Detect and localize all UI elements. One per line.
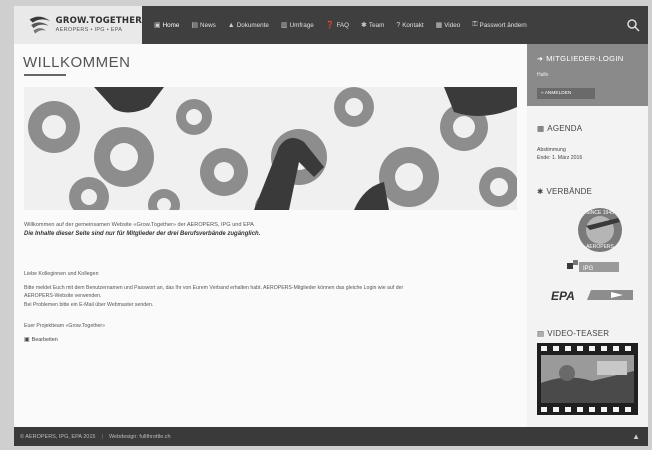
nav-item-dokumente[interactable]: ▲ Dokumente [222, 6, 275, 44]
body-line: Bitte meldet Euch mit dem Benutzernamen … [24, 285, 404, 291]
video-teaser-thumbnail[interactable] [537, 343, 638, 415]
nav-item-label: Team [368, 21, 385, 29]
nav-item-label: Kontakt [402, 21, 424, 29]
top-navigation-bar: GROW.TOGETHER AEROPERS • IPG • EPA ▣ Home… [14, 6, 648, 44]
footer-separator: | [101, 433, 103, 440]
video-icon: ▦ [435, 22, 443, 29]
nav-item-home[interactable]: ▣ Home [148, 6, 185, 44]
agenda-entry[interactable]: Abstimmung Ende: 1. März 2016 [537, 146, 582, 162]
group-icon: ✱ [537, 187, 544, 196]
login-title: ➜ MITGLIEDER-LOGIN [537, 54, 624, 63]
intro-text: Willkommen auf der gemeinsamen Website «… [24, 222, 254, 228]
footer: © AEROPERS, IPG, EPA 2015 | Webdesign: f… [14, 427, 648, 446]
login-button[interactable]: » ANMELDEN [537, 88, 595, 99]
associations-heading: ✱ VERBÄNDE [537, 187, 592, 196]
contact-icon: ? [396, 21, 401, 29]
search-icon[interactable] [626, 18, 640, 32]
main-menu: ▣ Home ▤ News ▲ Dokumente ▥ Umfrage ❓ FAQ ✱ Te… [148, 6, 533, 44]
nav-item-label: News [200, 21, 216, 29]
nav-item-label: Umfrage [289, 21, 314, 29]
nav-item-passwort[interactable]: ⚿ Passwort ändern [466, 6, 533, 44]
survey-icon: ▥ [280, 22, 288, 29]
agenda-item: Abstimmung [537, 147, 566, 153]
site-logo[interactable]: GROW.TOGETHER AEROPERS • IPG • EPA [14, 6, 142, 44]
title-underline [24, 74, 66, 76]
edit-icon: ▣ [24, 337, 30, 343]
associations-title: VERBÄNDE [546, 187, 593, 196]
faq-icon: ❓ [325, 22, 335, 29]
hero-gears-image [24, 87, 517, 210]
edit-label: Bearbeiten [31, 336, 58, 343]
ipg-logo[interactable]: IPG [567, 260, 619, 274]
calendar-icon: ▦ [537, 124, 545, 133]
nav-item-team[interactable]: ✱ Team [355, 6, 390, 44]
nav-item-label: Dokumente [236, 21, 269, 29]
intro-notice: Die Inhalte dieser Seite sind nur für Mi… [24, 231, 261, 237]
nav-item-umfrage[interactable]: ▥ Umfrage [275, 6, 320, 44]
page: GROW.TOGETHER AEROPERS • IPG • EPA ▣ Home… [0, 0, 652, 450]
home-icon: ▣ [154, 22, 161, 29]
nav-item-label: Passwort ändern [479, 21, 527, 29]
login-icon: ➜ [537, 55, 544, 63]
epa-logo[interactable]: EPA [551, 288, 633, 302]
nav-item-news[interactable]: ▤ News [185, 6, 221, 44]
documents-icon: ▲ [227, 21, 235, 29]
member-login-box: ➜ MITGLIEDER-LOGIN Hallo » ANMELDEN [527, 44, 648, 106]
scroll-to-top-icon[interactable]: ▲ [632, 432, 640, 441]
logo-swoosh-icon [29, 16, 51, 34]
video-title: VIDEO-TEASER [547, 329, 610, 338]
news-icon: ▤ [191, 22, 199, 29]
film-icon: ▤ [537, 329, 545, 338]
edit-link[interactable]: ▣ Bearbeiten [24, 336, 58, 344]
body-text: Bitte meldet Euch mit dem Benutzernamen … [24, 284, 519, 309]
aeropers-logo[interactable]: SINCE 1945 AEROPERS [574, 204, 626, 256]
agenda-heading: ▦ AGENDA [537, 124, 582, 133]
nav-item-video[interactable]: ▦ Video [430, 6, 467, 44]
nav-item-label: Home [162, 21, 180, 29]
body-line: Bei Problemen bitte ein E-Mail über Webm… [24, 301, 154, 308]
greeting-text: Liebe Kolleginnen und Kollegen [24, 271, 99, 277]
logo-title: GROW.TOGETHER [55, 16, 142, 26]
svg-text:AEROPERS: AEROPERS [586, 244, 614, 250]
team-icon: ✱ [361, 22, 367, 29]
login-title-text: MITGLIEDER-LOGIN [546, 54, 624, 63]
logo-subtitle: AEROPERS • IPG • EPA [55, 26, 123, 33]
nav-item-kontakt[interactable]: ? Kontakt [390, 6, 429, 44]
body-line: AEROPERS-Website verwenden. [24, 293, 102, 300]
login-greeting: Hallo [537, 72, 549, 78]
footer-credit-link[interactable]: Webdesign: fullthrottle.ch [109, 434, 171, 440]
svg-text:EPA: EPA [551, 289, 575, 302]
nav-item-label: FAQ [336, 21, 350, 29]
video-heading: ▤ VIDEO-TEASER [537, 329, 609, 338]
nav-item-label: Video [444, 21, 461, 29]
svg-text:SINCE 1945: SINCE 1945 [586, 210, 614, 216]
svg-text:IPG: IPG [583, 266, 594, 272]
page-title: WILLKOMMEN [23, 54, 131, 71]
sidebar: ➜ MITGLIEDER-LOGIN Hallo » ANMELDEN ▦ AG… [527, 44, 648, 427]
agenda-date: Ende: 1. März 2016 [537, 155, 583, 161]
agenda-title: AGENDA [547, 124, 583, 133]
nav-item-faq[interactable]: ❓ FAQ [320, 6, 355, 44]
footer-copyright: © AEROPERS, IPG, EPA 2015 [20, 433, 96, 440]
password-icon: ⚿ [472, 21, 478, 28]
signoff-text: Euer Projektteam «Grow.Together» [24, 323, 106, 329]
main-content: WILLKOMMEN Willkommen auf der gemeinsame… [14, 44, 527, 427]
